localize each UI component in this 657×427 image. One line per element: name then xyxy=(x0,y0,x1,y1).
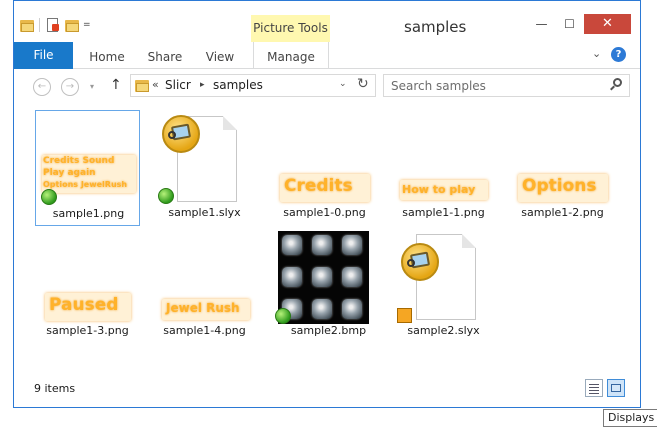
file-name: sample1.png xyxy=(52,207,125,220)
breadcrumb-separator[interactable]: ▸ xyxy=(200,80,205,90)
thumb-text: Paused xyxy=(49,295,119,315)
slicr-app-icon xyxy=(162,115,200,153)
thumb-text-line: Options JewelRush xyxy=(43,180,128,189)
file-item[interactable]: Credits Sound Play again Options JewelRu… xyxy=(35,110,140,226)
thumb-text: Jewel Rush xyxy=(166,301,240,315)
file-name: sample1-1.png xyxy=(402,206,485,219)
search-input[interactable]: Search samples xyxy=(383,74,630,97)
breadcrumb-slicr[interactable]: Slicr xyxy=(165,78,191,92)
explorer-window: = Picture Tools samples — ☐ ✕ File Home … xyxy=(13,0,641,408)
sync-status-icon xyxy=(275,308,291,324)
properties-icon[interactable] xyxy=(47,17,60,33)
close-button[interactable]: ✕ xyxy=(584,14,631,34)
pending-status-icon xyxy=(397,308,412,323)
thumb-text: How to play xyxy=(402,183,476,196)
file-name: sample2.bmp xyxy=(290,324,367,337)
thumbnail: Credits Sound Play again Options JewelRu… xyxy=(38,113,138,206)
maximize-button[interactable]: ☐ xyxy=(556,14,583,34)
refresh-icon[interactable]: ↻ xyxy=(357,76,369,92)
recent-locations-button[interactable]: ▾ xyxy=(90,82,94,91)
thumbnail: Options xyxy=(512,112,612,205)
file-item[interactable]: Options sample1-2.png xyxy=(510,110,615,226)
search-icon[interactable] xyxy=(609,78,623,92)
address-overflow-chevron[interactable]: « xyxy=(152,78,159,91)
item-count: 9 items xyxy=(34,382,76,395)
file-item[interactable]: How to play sample1-1.png xyxy=(391,110,496,226)
up-button[interactable]: ↑ xyxy=(110,77,122,93)
file-name: sample1-0.png xyxy=(283,206,366,219)
address-folder-icon xyxy=(135,79,149,92)
thumbnail xyxy=(393,230,493,323)
file-name: sample1-4.png xyxy=(163,324,246,337)
qat-separator xyxy=(39,18,40,32)
thumb-text-line: Play again xyxy=(43,168,96,178)
thumb-text: Credits xyxy=(284,176,353,196)
file-item[interactable]: Credits sample1-0.png xyxy=(272,110,377,226)
thumb-text: Options xyxy=(522,176,597,196)
expand-ribbon-icon[interactable]: ⌄ xyxy=(592,47,601,60)
thumbnail: Paused xyxy=(37,230,137,323)
help-icon[interactable]: ? xyxy=(611,47,626,62)
navigation-bar: ← → ▾ ↑ « Slicr ▸ samples ⌄ ↻ Search sam… xyxy=(14,69,640,103)
breadcrumb-samples[interactable]: samples xyxy=(213,78,263,92)
window-title: samples xyxy=(404,18,467,36)
address-dropdown-icon[interactable]: ⌄ xyxy=(339,79,347,89)
tab-share[interactable]: Share xyxy=(143,42,187,69)
qat-customize-dropdown[interactable]: = xyxy=(83,20,91,30)
search-placeholder: Search samples xyxy=(391,79,486,93)
quick-access-toolbar: = xyxy=(20,16,91,34)
file-name: sample1-3.png xyxy=(46,324,129,337)
sync-status-icon xyxy=(158,188,174,204)
minimize-button[interactable]: — xyxy=(528,14,555,34)
ribbon-tab-bar: File Home Share View Manage ⌄ ? xyxy=(14,42,640,69)
file-name: sample1.slyx xyxy=(168,206,241,219)
gem-sprite-image xyxy=(278,231,369,324)
tab-file[interactable]: File xyxy=(14,42,73,69)
tab-view[interactable]: View xyxy=(200,42,240,69)
thumbnail xyxy=(154,112,254,205)
file-item[interactable]: sample2.bmp xyxy=(275,228,381,344)
sync-status-icon xyxy=(41,189,57,205)
details-view-button[interactable] xyxy=(585,379,603,397)
thumbnail: Jewel Rush xyxy=(154,230,254,323)
file-list[interactable]: Credits Sound Play again Options JewelRu… xyxy=(14,104,640,372)
thumbnail: Credits xyxy=(274,112,374,205)
back-button[interactable]: ← xyxy=(33,78,51,96)
picture-tools-context-label: Picture Tools xyxy=(251,15,330,42)
address-bar[interactable]: « Slicr ▸ samples ⌄ ↻ xyxy=(130,74,376,97)
tab-home[interactable]: Home xyxy=(84,42,130,69)
slicr-app-icon xyxy=(401,243,439,281)
title-bar: = Picture Tools samples — ☐ ✕ xyxy=(14,1,640,42)
forward-button[interactable]: → xyxy=(61,78,79,96)
file-name: sample2.slyx xyxy=(407,324,480,337)
tab-manage[interactable]: Manage xyxy=(253,42,329,69)
thumbnail xyxy=(275,230,378,324)
file-name: sample1-2.png xyxy=(521,206,604,219)
large-icons-view-button[interactable] xyxy=(607,379,625,397)
new-folder-icon[interactable] xyxy=(65,19,79,32)
tooltip: Displays i xyxy=(603,409,657,427)
thumb-text-line: Credits Sound xyxy=(43,156,115,166)
file-item[interactable]: sample2.slyx xyxy=(391,228,496,344)
file-item[interactable]: sample1.slyx xyxy=(152,110,257,226)
file-item[interactable]: Paused sample1-3.png xyxy=(35,228,140,344)
file-item[interactable]: Jewel Rush sample1-4.png xyxy=(152,228,257,344)
folder-icon[interactable] xyxy=(20,19,34,32)
thumbnail: How to play xyxy=(393,112,493,205)
status-bar: 9 items xyxy=(14,373,640,407)
